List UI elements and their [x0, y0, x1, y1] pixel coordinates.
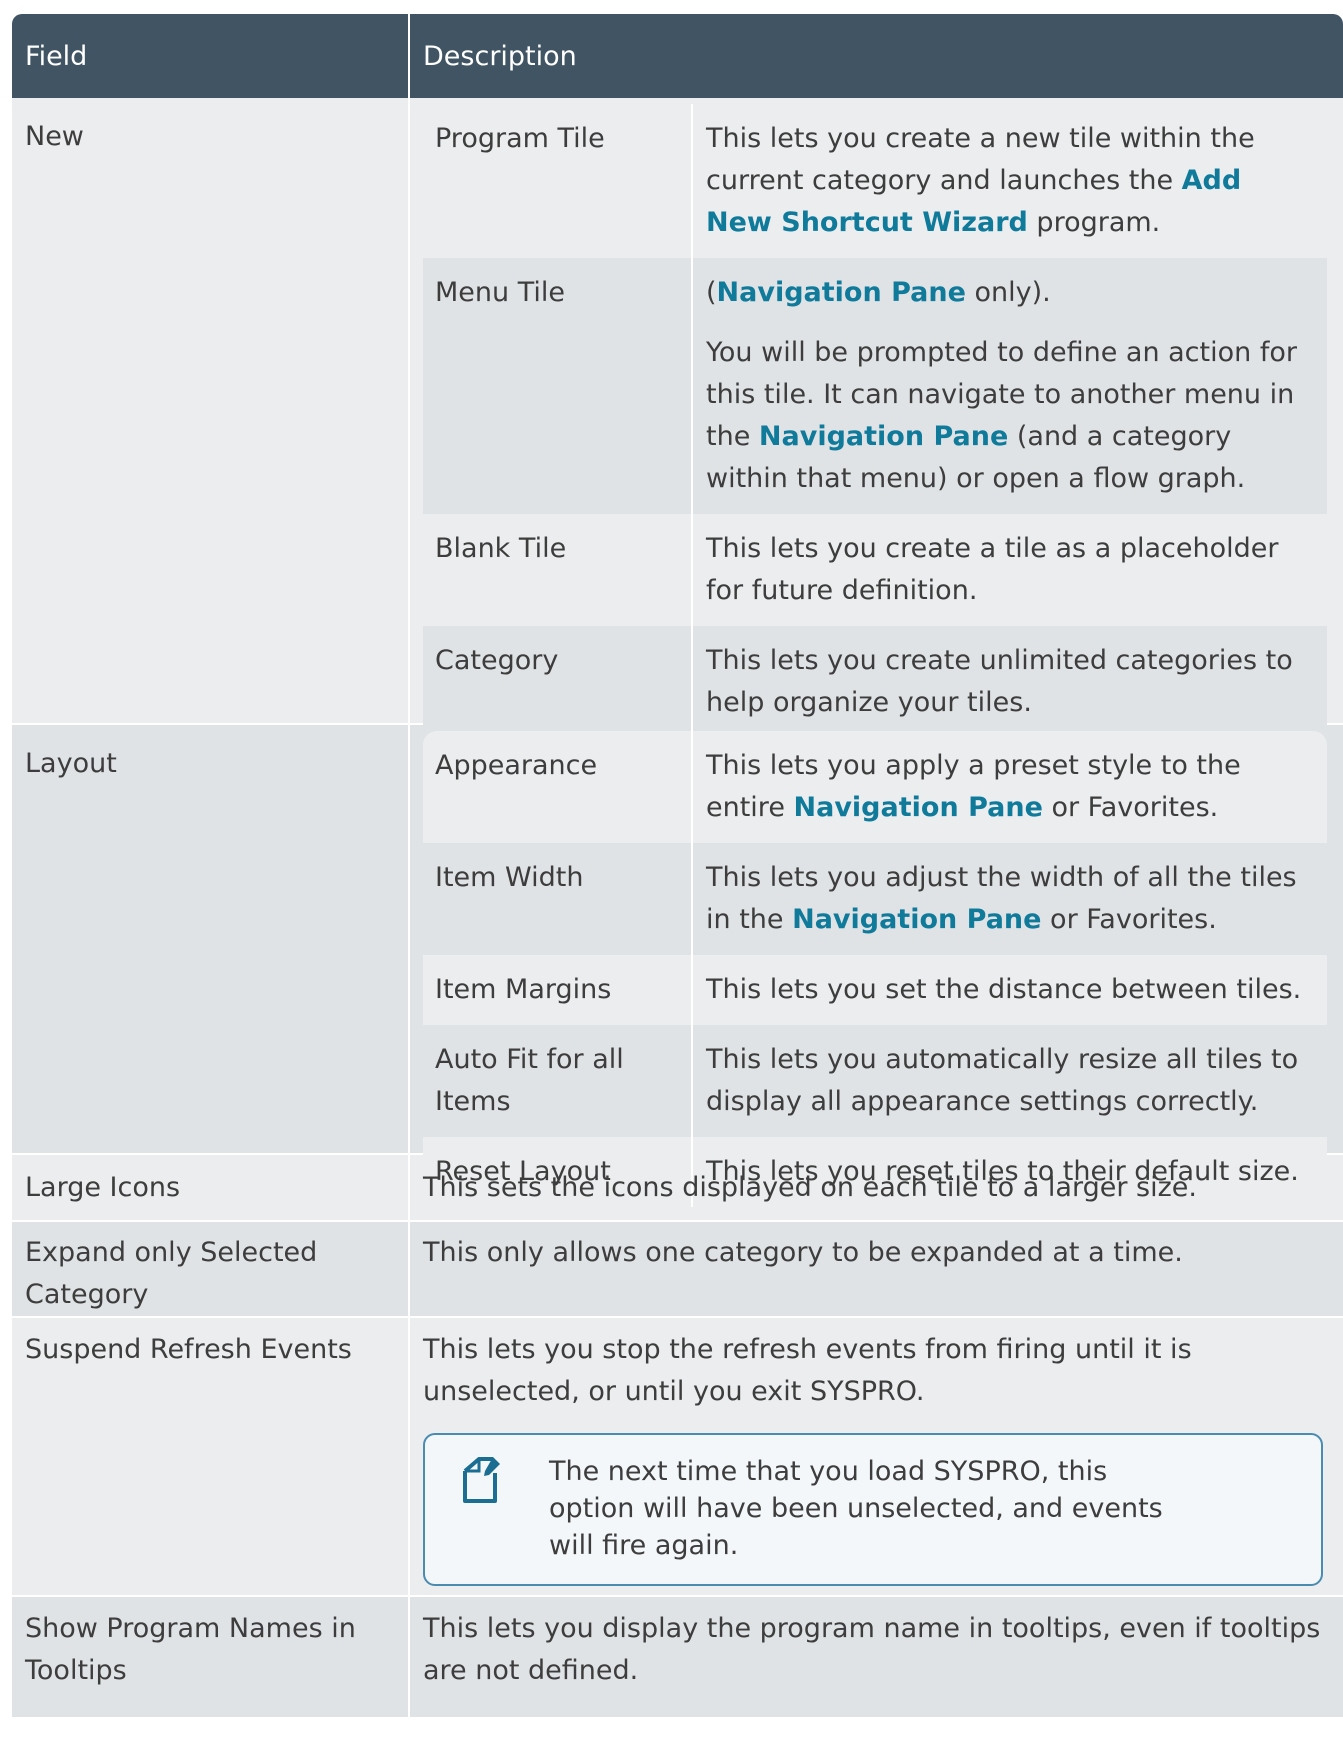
note-edit-icon	[459, 1453, 507, 1564]
blank-tile-description: This lets you create a tile as a placeho…	[706, 533, 1279, 606]
description-new: Program Tile This lets you create a new …	[410, 98, 1343, 738]
suspend-refresh-text: This lets you stop the refresh events fr…	[423, 1334, 1192, 1407]
subrow-auto-fit: Auto Fit for all Items This lets you aut…	[423, 1025, 1327, 1137]
options-table: Field Description New Program Tile This …	[12, 14, 1343, 1717]
menu-tile-open-paren: (	[706, 277, 717, 308]
note-text: The next time that you load SYSPRO, this…	[549, 1456, 1163, 1561]
item-width-text-end: or Favorites.	[1041, 904, 1217, 935]
navigation-pane-link[interactable]: Navigation Pane	[759, 421, 1008, 452]
category-description: This lets you create unlimited categorie…	[706, 645, 1293, 718]
navigation-pane-link[interactable]: Navigation Pane	[792, 904, 1041, 935]
program-tile-description: This lets you create a new tile within t…	[693, 104, 1327, 258]
field-expand-only: Expand only Selected Category	[12, 1222, 410, 1316]
subrow-program-tile: Program Tile This lets you create a new …	[423, 104, 1327, 258]
description-show-program-names: This lets you display the program name i…	[423, 1613, 1321, 1686]
description-expand-only: This only allows one category to be expa…	[423, 1237, 1183, 1268]
table-row-expand-only: Expand only Selected Category This only …	[12, 1222, 1343, 1318]
menu-tile-para-1: (Navigation Pane only).	[706, 272, 1315, 314]
new-subtable: Program Tile This lets you create a new …	[423, 104, 1327, 738]
field-show-program-names: Show Program Names in Tooltips	[12, 1597, 410, 1717]
subrow-blank-tile: Blank Tile This lets you create a tile a…	[423, 514, 1327, 626]
auto-fit-description: This lets you automatically resize all t…	[706, 1044, 1299, 1117]
description-column-header: Description	[423, 40, 577, 72]
item-margins-name: Item Margins	[423, 955, 693, 1025]
item-margins-description: This lets you set the distance between t…	[706, 974, 1302, 1005]
subrow-appearance: Appearance This lets you apply a preset …	[423, 731, 1327, 843]
appearance-text-end: or Favorites.	[1042, 792, 1219, 823]
field-large-icons: Large Icons	[12, 1155, 410, 1220]
table-row-layout: Layout Appearance This lets you apply a …	[12, 725, 1343, 1207]
appearance-description: This lets you apply a preset style to th…	[693, 731, 1327, 843]
menu-tile-name: Menu Tile	[423, 258, 693, 514]
program-tile-text: This lets you create a new tile within t…	[706, 123, 1255, 196]
field-layout: Layout	[12, 725, 410, 1153]
menu-tile-only-text: only).	[965, 277, 1051, 308]
table-row-new: New Program Tile This lets you create a …	[12, 98, 1343, 738]
auto-fit-name: Auto Fit for all Items	[423, 1025, 693, 1137]
layout-subtable: Appearance This lets you apply a preset …	[423, 731, 1327, 1207]
subrow-category: Category This lets you create unlimited …	[423, 626, 1327, 738]
note-box: The next time that you load SYSPRO, this…	[423, 1433, 1323, 1586]
field-column-header: Field	[12, 14, 410, 98]
category-name: Category	[423, 626, 693, 738]
field-new: New	[12, 98, 410, 723]
blank-tile-name: Blank Tile	[423, 514, 693, 626]
navigation-pane-link[interactable]: Navigation Pane	[794, 792, 1043, 823]
menu-tile-para-2: You will be prompted to define an action…	[706, 332, 1315, 500]
description-suspend-refresh: This lets you stop the refresh events fr…	[410, 1318, 1343, 1595]
description-layout: Appearance This lets you apply a preset …	[410, 725, 1343, 1207]
program-tile-text-end: program.	[1027, 207, 1161, 238]
item-width-description: This lets you adjust the width of all th…	[693, 843, 1327, 955]
subrow-menu-tile: Menu Tile (Navigation Pane only). You wi…	[423, 258, 1327, 514]
program-tile-name: Program Tile	[423, 104, 693, 258]
navigation-pane-link[interactable]: Navigation Pane	[717, 277, 966, 308]
table-row-show-program-names: Show Program Names in Tooltips This lets…	[12, 1597, 1343, 1717]
appearance-name: Appearance	[423, 731, 693, 843]
subrow-item-margins: Item Margins This lets you set the dista…	[423, 955, 1327, 1025]
field-suspend-refresh: Suspend Refresh Events	[12, 1318, 410, 1595]
menu-tile-description: (Navigation Pane only). You will be prom…	[693, 258, 1327, 514]
subrow-item-width: Item Width This lets you adjust the widt…	[423, 843, 1327, 955]
table-row-suspend-refresh: Suspend Refresh Events This lets you sto…	[12, 1318, 1343, 1597]
description-large-icons: This sets the icons displayed on each ti…	[423, 1172, 1197, 1203]
table-header: Field Description	[12, 14, 1343, 98]
item-width-name: Item Width	[423, 843, 693, 955]
table-row-large-icons: Large Icons This sets the icons displaye…	[12, 1155, 1343, 1222]
